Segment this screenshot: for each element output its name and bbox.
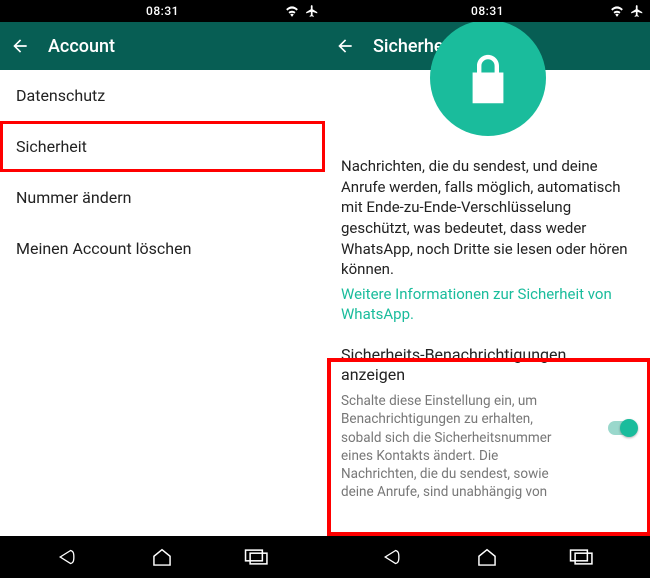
- security-hero: [325, 70, 650, 150]
- nav-home-icon[interactable]: [151, 547, 173, 567]
- security-notifications-toggle[interactable]: [608, 421, 636, 435]
- wifi-icon: [610, 5, 624, 17]
- status-icons: [285, 0, 319, 22]
- list-item-label: Meinen Account löschen: [16, 239, 191, 258]
- phone-account-screen: 08:31 Account Datenschutz Sicherheit Num…: [0, 0, 325, 578]
- status-time: 08:31: [471, 4, 504, 18]
- status-bar: 08:31: [325, 0, 650, 22]
- security-description: Nachrichten, die du sendest, und deine A…: [325, 150, 650, 284]
- back-icon[interactable]: [10, 36, 30, 56]
- phone-security-screen: 08:31 Sicherheit Nachric: [325, 0, 650, 578]
- list-item-label: Sicherheit: [16, 137, 87, 156]
- setting-title: Sicherheits-Benachrichtigungen anzeigen: [341, 345, 634, 387]
- status-time: 08:31: [146, 4, 179, 18]
- security-notifications-setting[interactable]: Sicherheits-Benachrichtigungen anzeigen …: [325, 335, 650, 555]
- app-bar-title: Account: [48, 36, 115, 57]
- nav-home-icon[interactable]: [476, 547, 498, 567]
- list-item-datenschutz[interactable]: Datenschutz: [0, 70, 325, 121]
- back-icon[interactable]: [335, 36, 355, 56]
- nav-bar: [325, 536, 650, 578]
- nav-back-icon[interactable]: [380, 547, 406, 567]
- nav-recent-icon[interactable]: [569, 548, 595, 566]
- status-bar: 08:31: [0, 0, 325, 22]
- setting-description: Schalte diese Einstellung ein, um Benach…: [341, 392, 634, 501]
- airplane-icon: [305, 4, 319, 18]
- list-item-label: Datenschutz: [16, 86, 105, 105]
- nav-bar: [0, 536, 325, 578]
- list-item-label: Nummer ändern: [16, 188, 131, 207]
- airplane-icon: [630, 4, 644, 18]
- lock-icon: [466, 50, 510, 106]
- lock-badge: [430, 20, 546, 136]
- app-bar: Account: [0, 22, 325, 70]
- nav-back-icon[interactable]: [55, 547, 81, 567]
- list-item-account-loeschen[interactable]: Meinen Account löschen: [0, 223, 325, 274]
- status-icons: [610, 0, 644, 22]
- wifi-icon: [285, 5, 299, 17]
- nav-recent-icon[interactable]: [244, 548, 270, 566]
- account-settings-list: Datenschutz Sicherheit Nummer ändern Mei…: [0, 70, 325, 274]
- list-item-sicherheit[interactable]: Sicherheit: [0, 121, 325, 172]
- list-item-nummer-aendern[interactable]: Nummer ändern: [0, 172, 325, 223]
- security-learn-more-link[interactable]: Weitere Informationen zur Sicherheit von…: [325, 284, 650, 335]
